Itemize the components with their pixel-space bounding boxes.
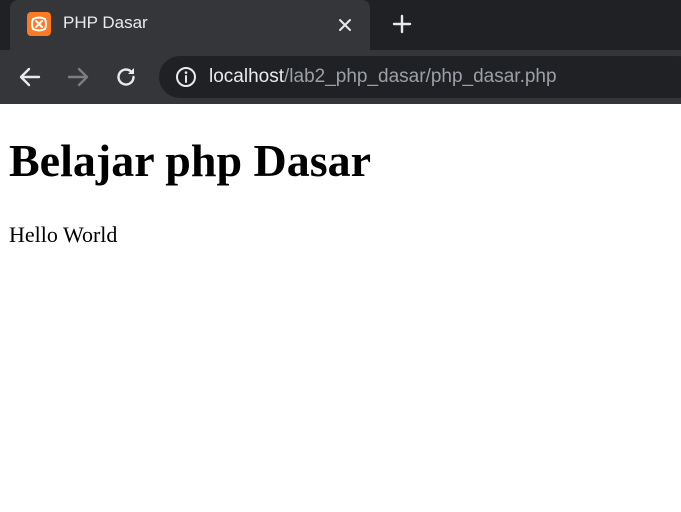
address-bar[interactable]: localhost/lab2_php_dasar/php_dasar.php <box>159 56 681 98</box>
page-content: Belajar php Dasar Hello World <box>0 104 681 512</box>
arrow-left-icon <box>19 67 41 87</box>
browser-toolbar: localhost/lab2_php_dasar/php_dasar.php <box>0 50 681 104</box>
address-url[interactable]: localhost/lab2_php_dasar/php_dasar.php <box>209 66 557 88</box>
url-host: localhost <box>209 66 284 87</box>
new-tab-button[interactable] <box>389 11 415 37</box>
active-tab[interactable]: PHP Dasar <box>10 0 370 50</box>
page-heading: Belajar php Dasar <box>9 135 372 186</box>
reload-button[interactable] <box>113 64 139 90</box>
url-path: /lab2_php_dasar/php_dasar.php <box>284 66 557 87</box>
reload-icon <box>117 68 135 86</box>
info-icon[interactable] <box>175 66 197 88</box>
tab-strip: PHP Dasar <box>0 0 681 50</box>
forward-button[interactable] <box>65 64 91 90</box>
back-button[interactable] <box>17 64 43 90</box>
page-paragraph: Hello World <box>9 222 118 247</box>
xampp-logo-icon <box>27 12 51 36</box>
plus-icon <box>392 14 412 34</box>
arrow-right-icon <box>67 67 89 87</box>
tab-title: PHP Dasar <box>63 13 148 32</box>
close-icon[interactable] <box>333 13 357 37</box>
